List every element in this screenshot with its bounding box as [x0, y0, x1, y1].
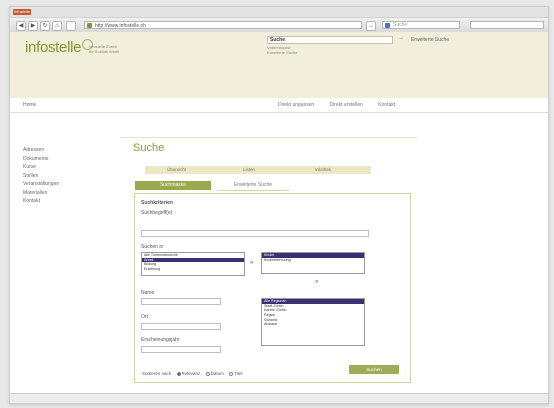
list-item[interactable]: Erziehung	[142, 267, 244, 272]
tab-search-mask[interactable]: Suchmaske	[135, 181, 211, 190]
sort-label: Sortieren nach	[142, 371, 172, 376]
extended-search-link[interactable]: Erweiterte Suche	[267, 50, 297, 55]
sort-relevance-label: Relevanz	[181, 371, 201, 376]
site-header: infostelle Infostelle Zürich für Soziale…	[10, 32, 548, 98]
left-nav-item[interactable]: Veranstaltungen	[23, 180, 103, 189]
left-nav-item[interactable]: Kontakt	[23, 197, 103, 206]
form-section-title: Suchkriterien	[141, 200, 173, 206]
sort-date-radio[interactable]	[205, 371, 210, 376]
search-engine-icon	[385, 23, 390, 28]
search-form: Suchkriterien Suchbegriff(e) Suchen in A…	[134, 193, 411, 383]
sort-date-label: Datum	[210, 371, 224, 376]
brand-tagline-line2: für Soziale Arbeit	[89, 49, 120, 54]
page-menu-button[interactable]	[470, 21, 544, 29]
app-badge: infostelle	[13, 9, 31, 15]
top-tab-1[interactable]: Listen	[243, 167, 255, 172]
favicon-icon	[87, 23, 92, 28]
move-right-arrow-icon[interactable]: »	[250, 260, 253, 266]
sort-relevance-radio[interactable]	[176, 371, 181, 376]
category-listbox[interactable]: Alle Themenbereiche Arbeit Bildung Erzie…	[141, 252, 245, 276]
status-bar	[10, 393, 548, 403]
address-text: http://www.infostelle.ch	[95, 23, 146, 29]
date-label: Erscheinungsjahr	[141, 337, 180, 343]
region-listbox[interactable]: Alle Regionen Stadt Zürich Kanton Zürich…	[261, 298, 365, 346]
left-nav-item[interactable]: Dokumente	[23, 155, 103, 164]
brand-tagline: Infostelle Zürich für Soziale Arbeit	[89, 44, 119, 54]
site-search-go-button[interactable]: →	[398, 35, 404, 41]
search-submit-button[interactable]: Suchen	[349, 365, 399, 374]
tab-extended-search[interactable]: Erweiterte Suche	[217, 181, 289, 191]
go-button[interactable]: →	[366, 21, 376, 31]
browser-window: infostelle ◀ ▶ ↻ ⌂ http://www.infostelle…	[9, 6, 549, 404]
content-divider	[121, 137, 417, 138]
sort-options: Sortieren nach Relevanz Datum Titel	[142, 371, 242, 376]
list-item[interactable]: Kinderbetreuung	[262, 258, 364, 263]
name-label: Name	[141, 290, 155, 296]
left-nav-item[interactable]: Stellen	[23, 172, 103, 181]
sort-title-label: Titel	[234, 371, 243, 376]
place-input[interactable]	[141, 323, 221, 330]
title-bar: infostelle	[10, 7, 548, 18]
reload-button[interactable]: ↻	[40, 21, 50, 31]
left-nav-item[interactable]: Adressen	[23, 146, 103, 155]
site-search-input[interactable]: Suche	[267, 36, 393, 44]
top-link-2[interactable]: Kontakt	[378, 102, 395, 108]
home-link[interactable]: Home	[23, 102, 36, 108]
site-logo-text: infostelle	[25, 39, 82, 56]
name-input[interactable]	[141, 298, 221, 305]
top-link-0[interactable]: Direkt anpassen	[278, 102, 314, 108]
list-item[interactable]: Ausland	[262, 322, 364, 327]
back-button[interactable]: ◀	[16, 21, 26, 31]
top-tab-2[interactable]: Infothek	[315, 167, 331, 172]
address-bar[interactable]: http://www.infostelle.ch	[84, 21, 362, 29]
browser-search-input[interactable]: Suche	[382, 21, 460, 29]
left-nav-item[interactable]: Kurse	[23, 163, 103, 172]
left-navigation: Adressen Dokumente Kurse Stellen Veranst…	[23, 146, 103, 206]
category-label: Suchen in	[141, 244, 164, 250]
move-down-arrow-icon[interactable]: »	[315, 279, 318, 285]
top-tab-0[interactable]: Übersicht	[167, 167, 186, 172]
place-label: Ort	[141, 314, 148, 320]
forward-button[interactable]: ▶	[28, 21, 38, 31]
home-button[interactable]: ⌂	[52, 21, 62, 31]
page-title: Suche	[133, 142, 165, 154]
top-link-1[interactable]: Direkt erstellen	[330, 102, 363, 108]
top-tabs: Übersicht Listen Infothek	[145, 166, 371, 174]
left-nav-item[interactable]: Materialien	[23, 189, 103, 198]
site-search-options: Volltextsuche Erweiterte Suche	[267, 45, 297, 55]
keyword-input[interactable]	[141, 230, 369, 237]
top-links: Direkt anpassen Direkt erstellen Kontakt	[278, 102, 409, 108]
site-logo[interactable]: infostelle	[25, 39, 94, 56]
site-search-value: Suche	[270, 37, 286, 43]
selected-category-listbox[interactable]: Kinder Kinderbetreuung	[261, 252, 365, 274]
date-input[interactable]	[141, 346, 221, 353]
keyword-label: Suchbegriff(e)	[141, 210, 173, 216]
sort-title-radio[interactable]	[229, 371, 234, 376]
stop-button[interactable]	[66, 21, 76, 31]
subnav-bar: Home Direkt anpassen Direkt erstellen Ko…	[10, 98, 548, 113]
browser-toolbar: ◀ ▶ ↻ ⌂ http://www.infostelle.ch → Suche	[10, 18, 548, 33]
browser-search-placeholder: Suche	[393, 22, 408, 28]
advanced-search-link[interactable]: Erweiterte Suche	[411, 37, 449, 43]
